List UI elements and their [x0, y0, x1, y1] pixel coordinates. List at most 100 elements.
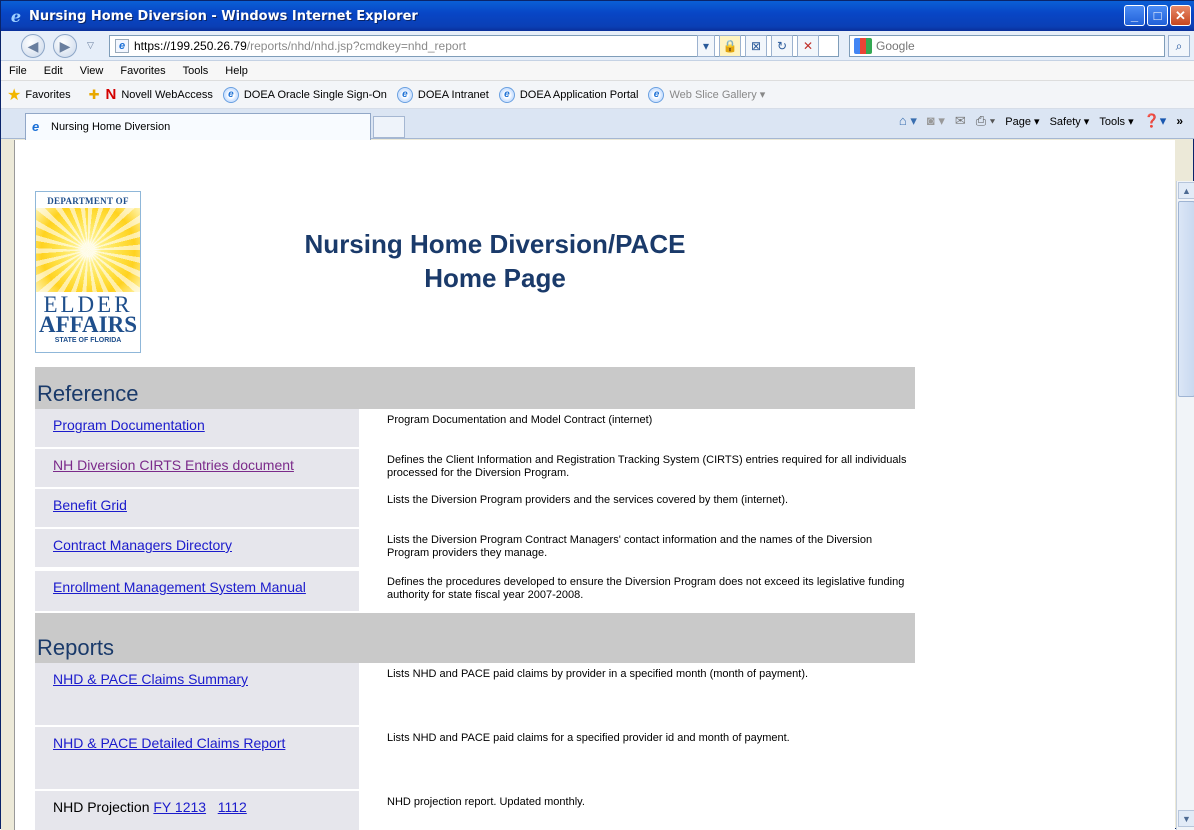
vertical-scrollbar[interactable]: ▲ ▼ [1176, 181, 1194, 830]
google-icon [854, 38, 872, 54]
menu-bar: File Edit View Favorites Tools Help [1, 61, 1194, 81]
reference-desc: Program Documentation and Model Contract… [387, 414, 653, 426]
page-title: Nursing Home Diversion/PACE Home Page [215, 227, 775, 295]
favorites-button[interactable]: Favorites [25, 89, 70, 101]
detailed-claims-link[interactable]: NHD & PACE Detailed Claims Report [53, 735, 285, 751]
fav-novell[interactable]: N Novell WebAccess [106, 86, 213, 103]
ie-page-icon: e [648, 86, 665, 103]
menu-edit[interactable]: Edit [44, 65, 63, 77]
reports-desc: Lists NHD and PACE paid claims by provid… [387, 668, 809, 680]
reference-header: Reference [35, 367, 915, 409]
ie-page-icon: e [222, 86, 239, 103]
home-icon[interactable]: ⌂ ▾ [899, 113, 917, 129]
reports-desc: NHD projection report. Updated monthly. [387, 796, 585, 808]
content-top-spacer [15, 140, 1175, 181]
menu-help[interactable]: Help [225, 65, 248, 77]
reference-row: Benefit Grid Lists the Diversion Program… [35, 489, 915, 527]
reference-desc: Lists the Diversion Program providers an… [387, 494, 789, 506]
enrollment-manual-link[interactable]: Enrollment Management System Manual [53, 579, 306, 595]
fav-web-slice-label: Web Slice Gallery ▾ [669, 89, 766, 101]
reports-link-cell: NHD & PACE Detailed Claims Report [35, 727, 359, 789]
refresh-icon[interactable]: ↻ [771, 35, 793, 57]
window-controls: _ □ ✕ [1124, 5, 1191, 26]
minimize-button[interactable]: _ [1124, 5, 1145, 26]
fav-intranet-label: DOEA Intranet [417, 88, 489, 101]
favorites-star-icon[interactable]: ★ [7, 85, 21, 105]
cirts-entries-link[interactable]: NH Diversion CIRTS Entries document [53, 457, 294, 473]
fav-app-portal[interactable]: e DOEA Application Portal [498, 86, 638, 103]
menu-file[interactable]: File [9, 65, 27, 77]
feeds-icon[interactable]: ◙ ▾ [927, 113, 945, 129]
menu-tools[interactable]: Tools [183, 65, 209, 77]
logo-dept-text: DEPARTMENT OF [47, 196, 129, 206]
address-dropdown-icon[interactable]: ▾ [697, 35, 715, 57]
ie-page-icon: e [498, 86, 515, 103]
forward-button[interactable]: ▶ [53, 34, 77, 58]
menu-view[interactable]: View [80, 65, 104, 77]
chevron-more-icon[interactable]: » [1176, 114, 1183, 128]
reports-desc: Lists NHD and PACE paid claims for a spe… [387, 732, 790, 744]
reports-header: Reports [35, 613, 915, 663]
page-title-line1: Nursing Home Diversion/PACE [304, 229, 686, 259]
favorites-bar: ★ Favorites ✚ N Novell WebAccess e DOEA Or… [1, 81, 1194, 109]
add-favorite-icon[interactable]: ✚ [89, 87, 100, 103]
projection-cell: NHD Projection FY 1213 1112 [35, 791, 359, 830]
scroll-up-icon[interactable]: ▲ [1178, 182, 1194, 199]
contract-managers-link[interactable]: Contract Managers Directory [53, 537, 232, 553]
tab-nursing-home-diversion[interactable]: e Nursing Home Diversion [25, 113, 371, 140]
scroll-thumb[interactable] [1178, 201, 1194, 397]
reference-row: NH Diversion CIRTS Entries document Defi… [35, 449, 915, 487]
reports-row: NHD & PACE Detailed Claims Report Lists … [35, 727, 915, 789]
fav-intranet[interactable]: e DOEA Intranet [396, 86, 489, 103]
search-button[interactable]: ⌕ [1168, 35, 1190, 57]
reference-link-cell: NH Diversion CIRTS Entries document [35, 449, 359, 487]
tools-menu[interactable]: Tools ▾ [1099, 115, 1133, 128]
claims-summary-link[interactable]: NHD & PACE Claims Summary [53, 671, 248, 687]
back-button[interactable]: ◀ [21, 34, 45, 58]
reports-link-cell: NHD & PACE Claims Summary [35, 663, 359, 725]
benefit-grid-link[interactable]: Benefit Grid [53, 497, 127, 513]
page-icon: e [115, 39, 129, 53]
program-documentation-link[interactable]: Program Documentation [53, 417, 205, 433]
ie-logo-icon: e [10, 6, 22, 26]
compatibility-view-icon[interactable]: ⊠ [745, 35, 767, 57]
print-icon[interactable]: ⎙ ▾ [976, 113, 995, 129]
scroll-down-icon[interactable]: ▼ [1178, 810, 1194, 827]
maximize-button[interactable]: □ [1147, 5, 1168, 26]
address-row: ◀ ▶ ▽ e https://199.250.26.79/reports/nh… [1, 31, 1194, 61]
sun-icon [36, 208, 140, 292]
reference-row: Program Documentation Program Documentat… [35, 409, 915, 447]
fav-novell-label: Novell WebAccess [121, 88, 213, 101]
projection-fy1213-link[interactable]: FY 1213 [153, 799, 206, 815]
window-title: Nursing Home Diversion - Windows Interne… [29, 8, 418, 24]
tab-label: Nursing Home Diversion [51, 121, 171, 133]
ie-page-icon: e [396, 86, 413, 103]
stop-icon[interactable]: ✕ [797, 35, 819, 57]
safety-menu[interactable]: Safety ▾ [1050, 115, 1090, 128]
help-icon[interactable]: ❓▾ [1144, 113, 1167, 129]
logo-affairs-text: AFFAIRS [39, 312, 137, 337]
elder-affairs-logo: DEPARTMENT OF ELDER AFFAIRS STATE OF FLO… [35, 191, 141, 353]
new-tab-button[interactable] [373, 116, 405, 138]
reference-link-cell: Contract Managers Directory [35, 529, 359, 567]
search-input[interactable] [876, 39, 1136, 53]
fav-web-slice[interactable]: e Web Slice Gallery ▾ [648, 86, 766, 103]
title-bar: e Nursing Home Diversion - Windows Inter… [1, 1, 1194, 31]
page-menu[interactable]: Page ▾ [1005, 115, 1039, 128]
projection-1112-link[interactable]: 1112 [218, 799, 247, 815]
lock-icon[interactable]: 🔒 [719, 35, 741, 57]
menu-favorites[interactable]: Favorites [120, 65, 165, 77]
url-host: https://199.250.26.79 [134, 39, 247, 53]
reports-row: NHD & PACE Claims Summary Lists NHD and … [35, 663, 915, 725]
close-button[interactable]: ✕ [1170, 5, 1191, 26]
history-dropdown-icon[interactable]: ▽ [87, 40, 94, 51]
ie-page-icon: e [32, 119, 40, 134]
url-path: /reports/nhd/nhd.jsp?cmdkey=nhd_report [246, 39, 466, 53]
address-url[interactable]: https://199.250.26.79/reports/nhd/nhd.js… [134, 39, 466, 53]
mail-icon[interactable]: ✉ [955, 113, 966, 129]
page-title-line2: Home Page [424, 263, 566, 293]
search-box[interactable] [849, 35, 1165, 57]
left-frame-edge [1, 140, 15, 830]
fav-oracle-sso[interactable]: e DOEA Oracle Single Sign-On [222, 86, 387, 103]
browser-window: e Nursing Home Diversion - Windows Inter… [0, 0, 1194, 830]
